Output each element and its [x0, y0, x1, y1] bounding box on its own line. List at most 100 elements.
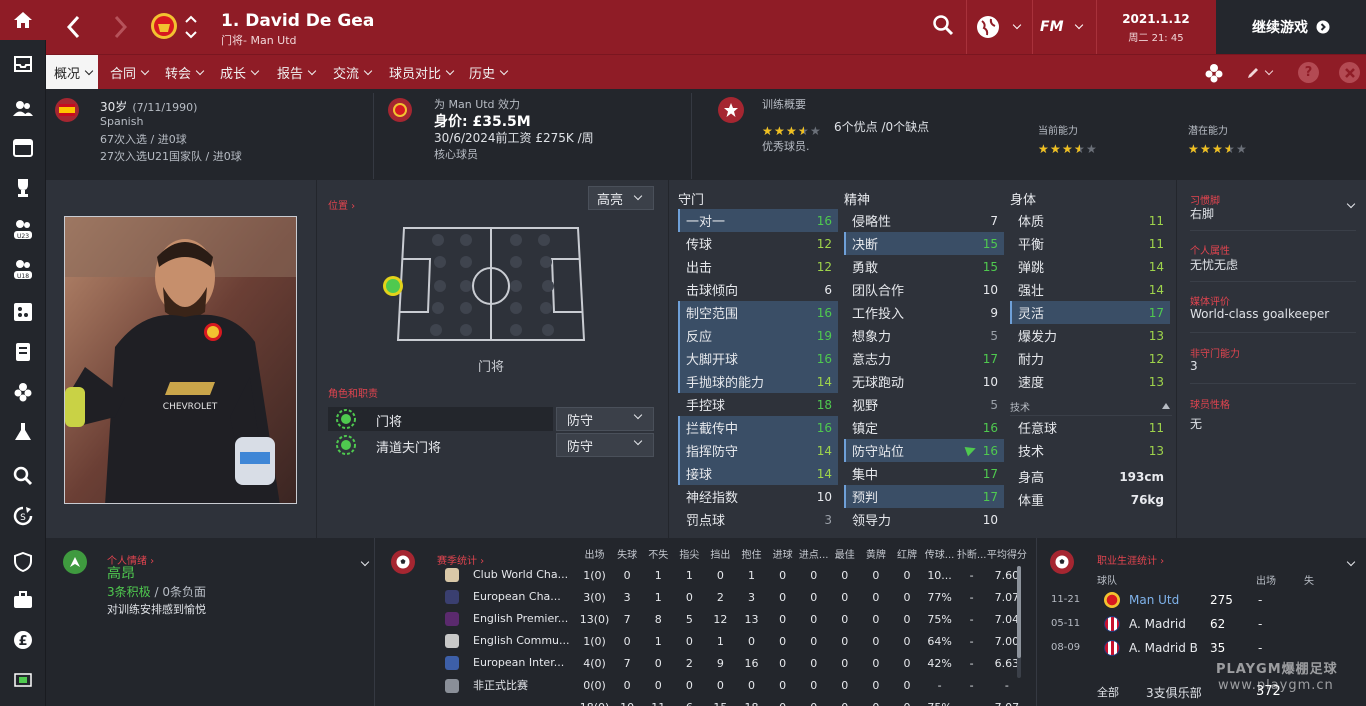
- career-row[interactable]: 11-21 Man Utd 275 -: [1051, 590, 1306, 612]
- attribute-row[interactable]: 无球跑动 10: [844, 370, 1004, 393]
- attribute-row[interactable]: 指挥防守 14: [678, 439, 838, 462]
- stats-column-header[interactable]: 红牌: [891, 542, 922, 564]
- attribute-row[interactable]: 出击 12: [678, 255, 838, 278]
- attribute-row[interactable]: 一对一 16: [678, 209, 838, 232]
- search-button[interactable]: [932, 14, 958, 40]
- attribute-row[interactable]: 领导力 10: [844, 508, 1004, 531]
- stats-column-header[interactable]: 进球: [767, 542, 798, 564]
- technical-header[interactable]: 技术: [1010, 398, 1172, 416]
- attribute-row[interactable]: 击球倾向 6: [678, 278, 838, 301]
- attribute-row[interactable]: 意志力 17: [844, 347, 1004, 370]
- forward-button[interactable]: [112, 14, 136, 40]
- tab-transfer[interactable]: 转会: [165, 55, 205, 90]
- attribute-row[interactable]: 大脚开球 16: [678, 347, 838, 370]
- attribute-row[interactable]: 决断 15: [844, 232, 1004, 255]
- attribute-row[interactable]: 视野 5: [844, 393, 1004, 416]
- stats-row[interactable]: European Inter... 4(0) 7 0 2 9 16 0 0 0 0 0 42% -6.63: [437, 652, 1027, 674]
- help-button[interactable]: ?: [1298, 62, 1319, 83]
- tab-history[interactable]: 历史: [469, 55, 509, 90]
- tactics-button[interactable]: [0, 128, 46, 168]
- competitions-button[interactable]: [0, 168, 46, 208]
- attribute-row[interactable]: 手控球 18: [678, 393, 838, 416]
- attribute-row[interactable]: 弹跳 14: [1010, 255, 1170, 278]
- stats-row[interactable]: English Commu... 1(0) 0 1 0 1 0 0 0 0 0 0 64% -7.00: [437, 630, 1027, 652]
- side-panel-menu[interactable]: [1342, 192, 1356, 209]
- fm-menu-button[interactable]: FM: [1040, 14, 1088, 40]
- role-duty-dropdown[interactable]: 防守: [556, 407, 654, 431]
- edit-menu-button[interactable]: [1246, 63, 1276, 83]
- morale-menu[interactable]: [356, 550, 370, 567]
- attribute-row[interactable]: 耐力 12: [1010, 347, 1170, 370]
- tab-contract[interactable]: 合同: [110, 55, 150, 90]
- tab-development[interactable]: 成长: [220, 55, 260, 90]
- attribute-row[interactable]: 灵活 17: [1010, 301, 1170, 324]
- club-vision-button[interactable]: [0, 542, 46, 582]
- tab-interaction[interactable]: 交流: [333, 55, 373, 90]
- stats-column-header[interactable]: 不失: [643, 542, 674, 564]
- world-menu-button[interactable]: [976, 14, 1026, 40]
- attribute-row[interactable]: 爆发力 13: [1010, 324, 1170, 347]
- attribute-row[interactable]: 神经指数 10: [678, 485, 838, 508]
- tab-reports[interactable]: 报告: [277, 55, 317, 90]
- home-button[interactable]: [0, 0, 46, 40]
- search-sidebar-button[interactable]: [0, 456, 46, 496]
- u23-button[interactable]: U23: [0, 210, 46, 250]
- attribute-row[interactable]: 体质 11: [1010, 209, 1170, 232]
- transfers-button[interactable]: S: [0, 496, 46, 536]
- attribute-row[interactable]: 反应 19: [678, 324, 838, 347]
- highlight-dropdown[interactable]: 高亮: [588, 186, 654, 210]
- stats-row[interactable]: European Cha... 3(0) 3 1 0 2 3 0 0 0 0 0 77% -7.07: [437, 586, 1027, 608]
- attribute-row[interactable]: 手抛球的能力 14: [678, 370, 838, 393]
- attribute-row[interactable]: 速度 13: [1010, 370, 1170, 393]
- attribute-row[interactable]: 传球 12: [678, 232, 838, 255]
- finances-button[interactable]: £: [0, 620, 46, 660]
- tab-comparison[interactable]: 球员对比: [389, 55, 455, 90]
- attribute-row[interactable]: 预判 17: [844, 485, 1004, 508]
- attribute-row[interactable]: 侵略性 7: [844, 209, 1004, 232]
- attribute-row[interactable]: 勇敢 15: [844, 255, 1004, 278]
- club-info-button[interactable]: [0, 580, 46, 620]
- back-button[interactable]: [64, 14, 88, 40]
- role-row[interactable]: 清道夫门将: [328, 433, 553, 457]
- attribute-row[interactable]: 任意球 11: [1010, 416, 1170, 439]
- stats-column-header[interactable]: 出场: [577, 542, 611, 564]
- attribute-row[interactable]: 防守站位 16: [844, 439, 1004, 462]
- attribute-row[interactable]: 集中 17: [844, 462, 1004, 485]
- attribute-row[interactable]: 罚点球 3: [678, 508, 838, 531]
- stats-row[interactable]: 非正式比赛 0(0) 0 0 0 0 0 0 0 0 0 0 - - -: [437, 674, 1027, 696]
- attribute-row[interactable]: 工作投入 9: [844, 301, 1004, 324]
- positions-link[interactable]: 位置 ›: [328, 194, 355, 213]
- continue-button[interactable]: 继续游戏: [1216, 0, 1366, 54]
- role-duty-dropdown[interactable]: 防守: [556, 433, 654, 457]
- stats-column-header[interactable]: 黄牌: [860, 542, 891, 564]
- attribute-row[interactable]: 想象力 5: [844, 324, 1004, 347]
- stats-column-header[interactable]: 扑断...: [957, 542, 987, 564]
- attribute-row[interactable]: 平衡 11: [1010, 232, 1170, 255]
- staff-view-button[interactable]: [1204, 63, 1226, 83]
- attribute-row[interactable]: 强壮 14: [1010, 278, 1170, 301]
- career-menu[interactable]: [1342, 550, 1356, 567]
- u18-button[interactable]: U18: [0, 250, 46, 290]
- fm-store-button[interactable]: [0, 660, 46, 700]
- career-row[interactable]: 05-11 A. Madrid 62 -: [1051, 614, 1306, 636]
- training-button[interactable]: [0, 332, 46, 372]
- attribute-row[interactable]: 技术 13: [1010, 439, 1170, 462]
- inbox-button[interactable]: [0, 44, 46, 84]
- attribute-row[interactable]: 镇定 16: [844, 416, 1004, 439]
- stats-column-header[interactable]: 最佳: [829, 542, 860, 564]
- attribute-row[interactable]: 团队合作 10: [844, 278, 1004, 301]
- tab-overview[interactable]: 概况: [46, 55, 98, 90]
- stats-column-header[interactable]: 进点...: [798, 542, 829, 564]
- stats-column-header[interactable]: 抱住: [736, 542, 767, 564]
- club-crest[interactable]: [150, 12, 178, 40]
- stats-row[interactable]: English Premier... 13(0) 7 8 5 12 13 0 0 0 0 0 75% -7…: [437, 608, 1027, 630]
- attribute-row[interactable]: 接球 14: [678, 462, 838, 485]
- stats-column-header[interactable]: 指尖: [674, 542, 705, 564]
- stats-row[interactable]: Club World Cha... 1(0) 0 1 1 0 1 0 0 0 0 0 10... -7.6…: [437, 564, 1027, 586]
- stats-column-header[interactable]: 挡出: [705, 542, 736, 564]
- squad-button[interactable]: [0, 88, 46, 128]
- stats-column-header[interactable]: 传球...: [923, 542, 957, 564]
- career-stats-link[interactable]: 职业生涯统计 ›: [1097, 549, 1164, 568]
- career-team[interactable]: Man Utd: [1129, 593, 1179, 607]
- scouting-button[interactable]: [0, 412, 46, 452]
